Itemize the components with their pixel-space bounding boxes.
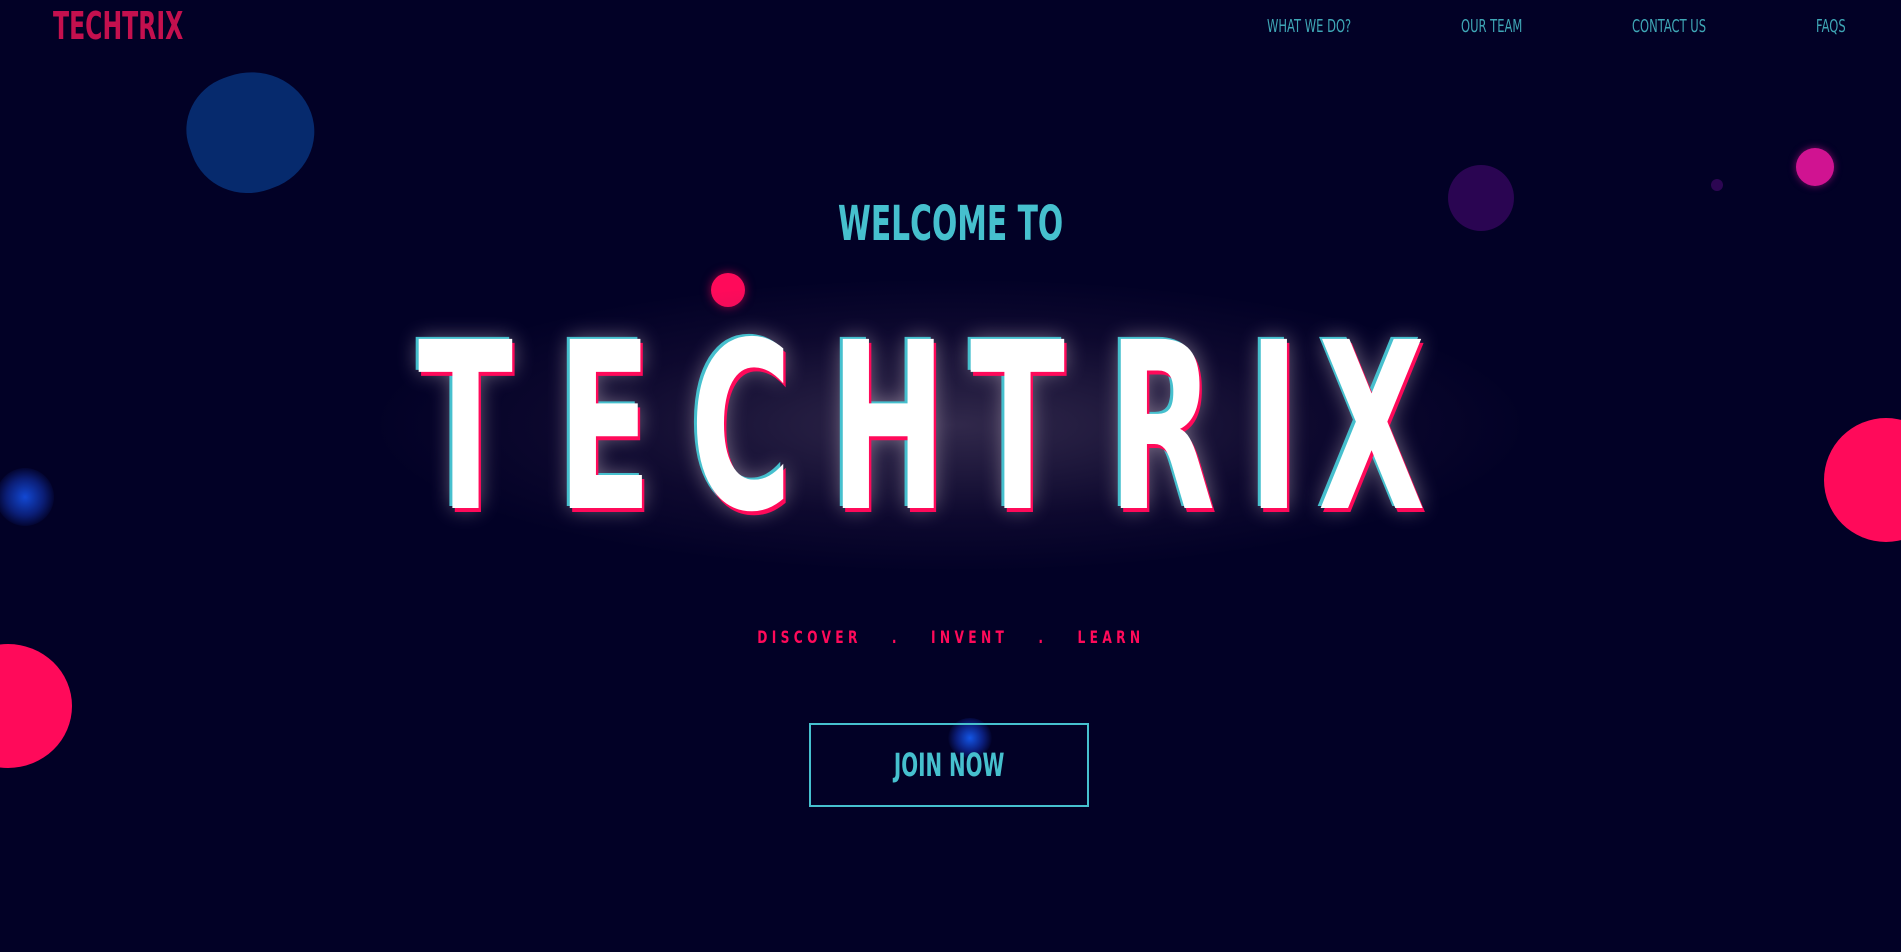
- tagline-discover: DISCOVER: [756, 628, 862, 648]
- hero-title-letter: R: [1108, 293, 1216, 563]
- hero-title-letter: C: [690, 293, 793, 563]
- welcome-heading: WELCOME TO: [0, 196, 1901, 252]
- tagline-separator: .: [1038, 628, 1047, 648]
- tagline-separator: .: [891, 628, 901, 648]
- decorative-blob-magenta: [1796, 148, 1834, 186]
- decorative-blob-dot-purple-small: [1711, 179, 1723, 191]
- brand-logo[interactable]: TECHTRIX: [53, 2, 183, 50]
- hero-title-letter: I: [1248, 293, 1300, 563]
- tagline-learn: LEARN: [1077, 628, 1145, 648]
- join-now-button[interactable]: JOIN NOW: [809, 723, 1089, 807]
- hero-tagline: DISCOVER . INVENT . LEARN: [0, 626, 1901, 650]
- decorative-blob-pink-right: [1824, 418, 1901, 542]
- hero-title-letter: T: [970, 293, 1065, 563]
- nav-link-contact-us[interactable]: CONTACT US: [1632, 14, 1706, 40]
- decorative-blob-pink-left: [0, 644, 72, 768]
- nav-link-our-team[interactable]: OUR TEAM: [1461, 14, 1522, 40]
- tagline-invent: INVENT: [930, 628, 1008, 648]
- join-now-label: JOIN NOW: [893, 746, 1005, 784]
- decorative-blob-blue-glow-left: [0, 468, 54, 526]
- nav-link-faqs[interactable]: FAQS: [1816, 14, 1846, 40]
- decorative-blob-navy: [171, 54, 331, 210]
- hero-title-letter: X: [1318, 293, 1426, 563]
- welcome-text: WELCOME TO: [837, 196, 1064, 252]
- nav-link-what-we-do[interactable]: WHAT WE DO?: [1267, 14, 1351, 40]
- hero-title-letter: T: [418, 293, 513, 563]
- hero-title-letter: E: [557, 293, 653, 563]
- hero-title-letter: H: [830, 293, 947, 563]
